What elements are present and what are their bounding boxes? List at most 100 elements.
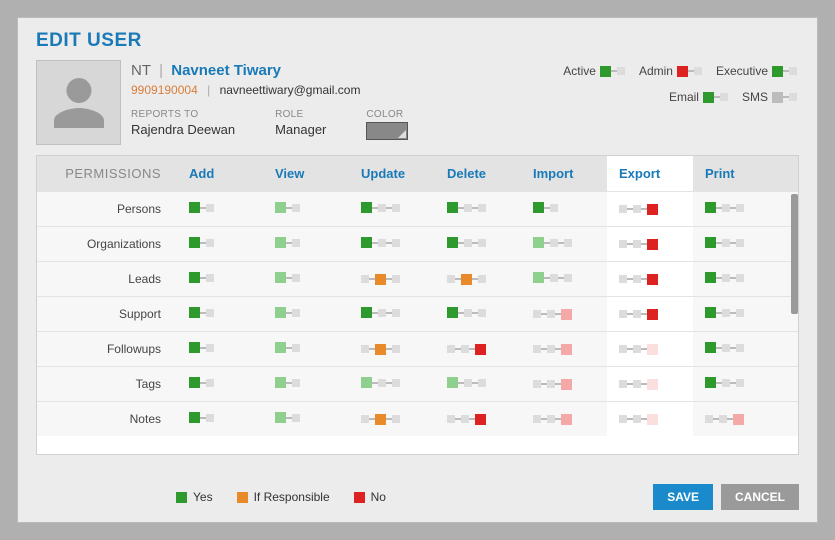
toggle[interactable] [189,237,214,248]
perm-cell[interactable] [607,367,693,401]
perm-col-export[interactable]: Export [607,156,693,191]
toggle[interactable] [705,202,744,213]
toggle[interactable] [533,344,572,355]
toggle[interactable] [703,92,728,103]
toggle[interactable] [619,344,658,355]
perm-cell[interactable] [263,402,349,436]
perm-cell[interactable] [521,192,607,226]
reports-to-field[interactable]: REPORTS TO Rajendra Deewan [131,109,235,140]
perm-cell[interactable] [349,402,435,436]
toggle[interactable] [189,342,214,353]
toggle[interactable] [533,272,572,283]
toggle[interactable] [447,307,486,318]
perm-cell[interactable] [435,227,521,261]
toggle[interactable] [705,377,744,388]
toggle[interactable] [619,274,658,285]
toggle[interactable] [361,202,400,213]
toggle[interactable] [189,202,214,213]
flag-email[interactable]: Email [669,90,728,104]
toggle[interactable] [705,414,744,425]
perm-col-delete[interactable]: Delete [435,156,521,191]
toggle[interactable] [361,377,400,388]
perm-col-update[interactable]: Update [349,156,435,191]
perm-col-print[interactable]: Print [693,156,779,191]
toggle[interactable] [705,272,744,283]
toggle[interactable] [361,307,400,318]
perm-cell[interactable] [693,262,779,296]
toggle[interactable] [533,309,572,320]
perm-col-import[interactable]: Import [521,156,607,191]
toggle[interactable] [275,237,300,248]
perm-cell[interactable] [607,262,693,296]
perm-cell[interactable] [435,332,521,366]
toggle[interactable] [361,414,400,425]
toggle[interactable] [189,377,214,388]
perm-cell[interactable] [177,297,263,331]
toggle[interactable] [189,412,214,423]
toggle[interactable] [275,412,300,423]
perm-cell[interactable] [521,227,607,261]
toggle[interactable] [600,66,625,77]
perm-cell[interactable] [435,402,521,436]
perm-cell[interactable] [177,367,263,401]
toggle[interactable] [275,307,300,318]
toggle[interactable] [361,237,400,248]
toggle[interactable] [705,237,744,248]
toggle[interactable] [619,204,658,215]
toggle[interactable] [619,414,658,425]
scrollbar[interactable] [791,194,798,314]
perm-cell[interactable] [263,297,349,331]
perm-col-view[interactable]: View [263,156,349,191]
flag-sms[interactable]: SMS [742,90,797,104]
perm-cell[interactable] [263,367,349,401]
toggle[interactable] [447,274,486,285]
perm-cell[interactable] [693,332,779,366]
perm-cell[interactable] [435,262,521,296]
save-button[interactable]: SAVE [653,484,713,510]
perm-cell[interactable] [521,402,607,436]
toggle[interactable] [447,237,486,248]
flag-admin[interactable]: Admin [639,64,702,78]
toggle[interactable] [533,379,572,390]
perm-cell[interactable] [693,297,779,331]
toggle[interactable] [447,202,486,213]
perm-cell[interactable] [435,297,521,331]
toggle[interactable] [705,342,744,353]
toggle[interactable] [189,272,214,283]
perm-cell[interactable] [263,192,349,226]
role-field[interactable]: ROLE Manager [275,109,326,140]
perm-cell[interactable] [177,192,263,226]
perm-cell[interactable] [177,402,263,436]
perm-cell[interactable] [177,262,263,296]
color-picker[interactable] [366,122,408,140]
perm-cell[interactable] [607,192,693,226]
toggle[interactable] [361,344,400,355]
toggle[interactable] [772,92,797,103]
toggle[interactable] [533,414,572,425]
perm-cell[interactable] [349,367,435,401]
perm-cell[interactable] [177,332,263,366]
flag-executive[interactable]: Executive [716,64,797,78]
perm-cell[interactable] [521,297,607,331]
toggle[interactable] [677,66,702,77]
toggle[interactable] [447,344,486,355]
perm-cell[interactable] [693,367,779,401]
perm-cell[interactable] [693,402,779,436]
toggle[interactable] [275,272,300,283]
toggle[interactable] [189,307,214,318]
toggle[interactable] [275,342,300,353]
toggle[interactable] [275,202,300,213]
perm-cell[interactable] [521,332,607,366]
toggle[interactable] [705,307,744,318]
perm-cell[interactable] [349,192,435,226]
perm-cell[interactable] [693,227,779,261]
toggle[interactable] [619,239,658,250]
perm-cell[interactable] [521,367,607,401]
perm-cell[interactable] [435,367,521,401]
perm-cell[interactable] [263,227,349,261]
cancel-button[interactable]: CANCEL [721,484,799,510]
perm-cell[interactable] [607,297,693,331]
toggle[interactable] [447,377,486,388]
flag-active[interactable]: Active [563,64,625,78]
toggle[interactable] [619,379,658,390]
